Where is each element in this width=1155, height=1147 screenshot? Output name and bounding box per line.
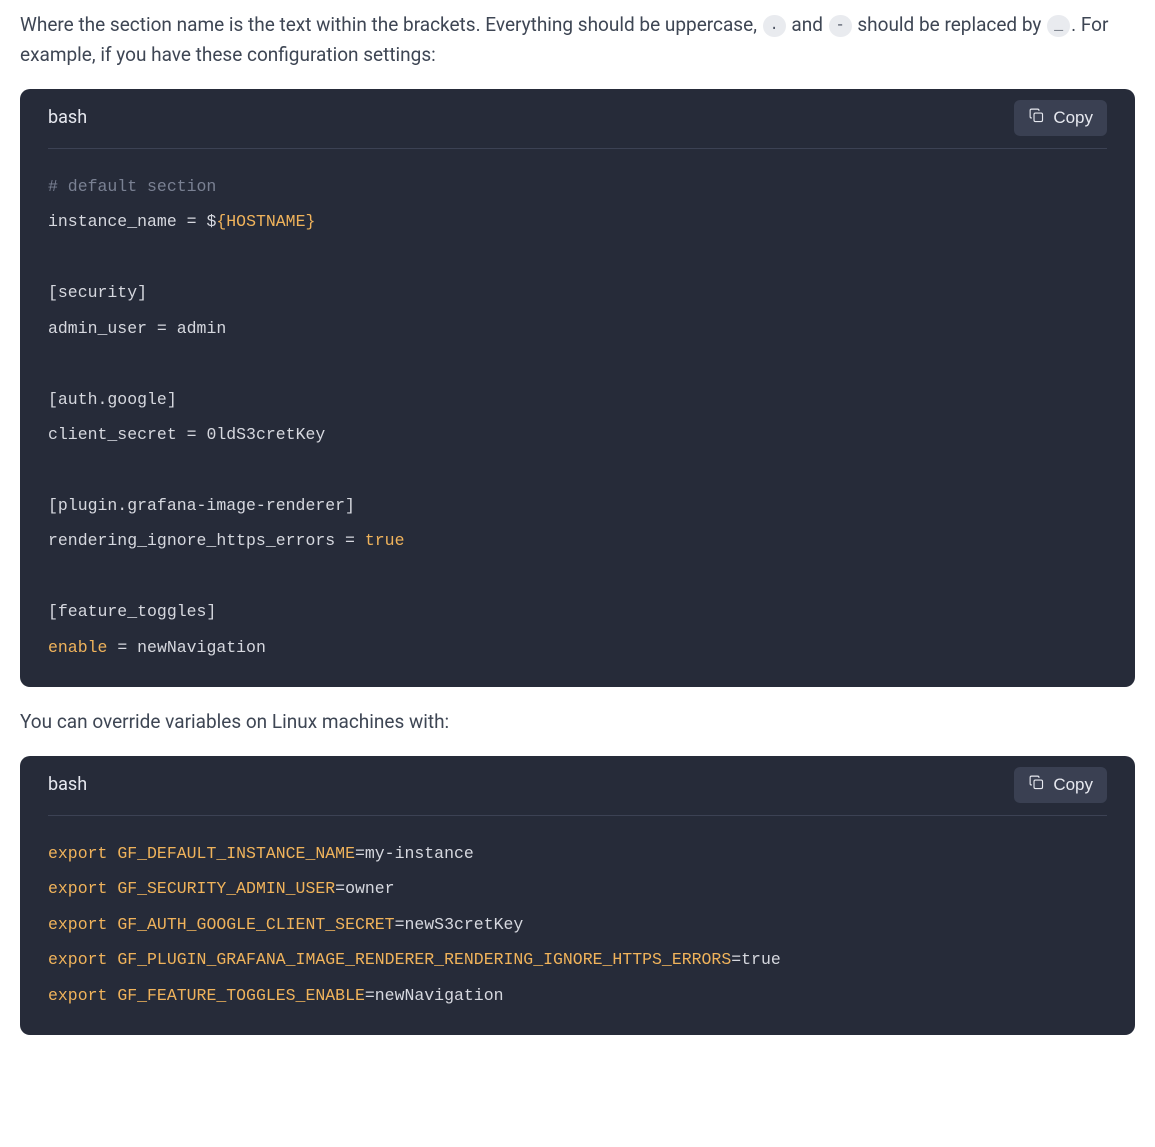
code-section: [feature_toggles] (48, 602, 216, 621)
code-value: newNavigation (137, 638, 266, 657)
codeblock-exports: bash Copy export GF_DEFAULT_INSTANCE_NAM… (20, 756, 1135, 1035)
code-section: [auth.google] (48, 390, 177, 409)
code-builtin: enable (48, 638, 107, 657)
code-key: instance_name (48, 212, 177, 231)
intro-text-3: should be replaced by (853, 13, 1046, 36)
code-eq: = (107, 638, 137, 657)
codeblock-header: bash Copy (48, 89, 1107, 149)
code-brace-open: { (216, 212, 226, 231)
copy-button-label: Copy (1053, 108, 1093, 128)
intro-text-2: and (787, 13, 828, 36)
code-value: =owner (335, 879, 394, 898)
code-section: [plugin.grafana-image-renderer] (48, 496, 355, 515)
code-keyword: export (48, 915, 107, 934)
codeblock-content[interactable]: export GF_DEFAULT_INSTANCE_NAME=my-insta… (48, 836, 1107, 1013)
code-key: rendering_ignore_https_errors (48, 531, 335, 550)
copy-button[interactable]: Copy (1014, 100, 1107, 136)
codeblock-lang-label: bash (48, 771, 87, 800)
code-keyword: export (48, 950, 107, 969)
code-eq: = (335, 531, 365, 550)
code-key: admin_user (48, 319, 147, 338)
codeblock-content[interactable]: # default section instance_name = ${HOST… (48, 169, 1107, 666)
code-keyword: export (48, 986, 107, 1005)
code-var: GF_DEFAULT_INSTANCE_NAME (117, 844, 355, 863)
copy-icon (1028, 107, 1045, 129)
intro-paragraph: Where the section name is the text withi… (20, 10, 1135, 71)
copy-icon (1028, 774, 1045, 796)
code-var: GF_SECURITY_ADMIN_USER (117, 879, 335, 898)
code-value: admin (177, 319, 227, 338)
code-value: =newNavigation (365, 986, 504, 1005)
code-value: =my-instance (355, 844, 474, 863)
copy-button[interactable]: Copy (1014, 767, 1107, 803)
code-comment: # default section (48, 177, 216, 196)
code-keyword: export (48, 879, 107, 898)
copy-button-label: Copy (1053, 775, 1093, 795)
code-eq: = (177, 212, 207, 231)
inline-code-underscore: _ (1047, 15, 1070, 37)
code-keyword: export (48, 844, 107, 863)
intro-text-1: Where the section name is the text withi… (20, 13, 762, 36)
code-value: =true (731, 950, 781, 969)
codeblock-header: bash Copy (48, 756, 1107, 816)
codeblock-config: bash Copy # default section instance_nam… (20, 89, 1135, 688)
code-eq: = (177, 425, 207, 444)
inline-code-dot: . (763, 15, 786, 37)
code-value: 0ldS3cretKey (206, 425, 325, 444)
code-var: GF_AUTH_GOOGLE_CLIENT_SECRET (117, 915, 394, 934)
code-section: [security] (48, 283, 147, 302)
codeblock-lang-label: bash (48, 104, 87, 133)
middle-paragraph: You can override variables on Linux mach… (20, 707, 1135, 737)
code-var: GF_PLUGIN_GRAFANA_IMAGE_RENDERER_RENDERI… (117, 950, 731, 969)
code-brace-close: } (305, 212, 315, 231)
code-envname: HOSTNAME (226, 212, 305, 231)
code-bool: true (365, 531, 405, 550)
code-eq: = (147, 319, 177, 338)
code-value: =newS3cretKey (395, 915, 524, 934)
code-dollar: $ (206, 212, 216, 231)
code-key: client_secret (48, 425, 177, 444)
inline-code-dash: - (829, 15, 852, 37)
code-var: GF_FEATURE_TOGGLES_ENABLE (117, 986, 365, 1005)
